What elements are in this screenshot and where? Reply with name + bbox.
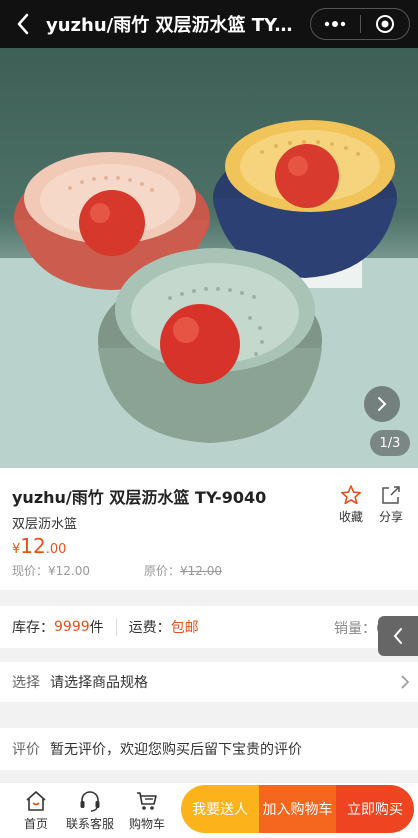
review-label: 评价 [12, 742, 40, 758]
spec-selector[interactable]: 选择 请选择商品规格 [0, 662, 418, 702]
chevron-left-icon [17, 13, 29, 35]
shipping-label: 运费： [128, 620, 171, 636]
add-to-cart-button[interactable]: 加入购物车 [259, 785, 336, 833]
nav-cart-label: 购物车 [128, 817, 165, 831]
spec-value: 请选择商品规格 [50, 675, 148, 691]
nav-home[interactable]: 首页 [18, 789, 54, 832]
home-icon [26, 791, 46, 811]
top-bar: yuzhu/雨竹 双层沥水篮 TY-... [0, 0, 418, 48]
nav-service-label: 联系客服 [65, 817, 114, 831]
target-circle-icon [375, 15, 394, 33]
bottom-bar: 首页 联系客服 购物车 我要送人 加入购物车 立即购买 [0, 782, 418, 838]
share-icon [382, 486, 400, 504]
product-price: ¥12.00 [12, 534, 66, 558]
product-info: yuzhu/雨竹 双层沥水篮 TY-9040 双层沥水篮 ¥12.00 现价：¥… [0, 468, 418, 590]
original-price-label: 原价： [144, 564, 181, 578]
miniapp-capsule [310, 8, 410, 40]
share-button[interactable]: 分享 [369, 484, 413, 525]
product-gallery[interactable]: 1/3 [0, 48, 418, 468]
stock-label: 库存： [12, 620, 54, 636]
chevron-right-icon [378, 397, 387, 411]
more-dots-icon [325, 21, 346, 27]
stock-value: 9999 [54, 619, 90, 635]
review-row[interactable]: 评价 暂无评价，欢迎您购买后留下宝贵的评价 [0, 728, 418, 770]
nav-cart[interactable]: 购物车 [126, 789, 168, 832]
stock-divider [115, 618, 117, 636]
product-photo [0, 120, 418, 468]
more-button[interactable] [311, 9, 360, 39]
buy-now-button[interactable]: 立即购买 [336, 785, 414, 833]
gift-button[interactable]: 我要送人 [181, 785, 259, 833]
share-label: 分享 [378, 510, 403, 524]
price-integer: 12 [20, 534, 46, 558]
chevron-right-icon [401, 675, 410, 689]
image-counter: 1/3 [370, 430, 410, 456]
back-button[interactable] [0, 0, 46, 48]
original-price-value: ¥12.00 [180, 564, 223, 578]
product-subtitle: 双层沥水篮 [12, 517, 78, 532]
price-decimal: .00 [45, 542, 67, 557]
nav-home-label: 首页 [23, 817, 48, 831]
shipping-value: 包邮 [170, 620, 199, 636]
current-price: 现价：¥12.00 [12, 562, 90, 579]
current-price-label: 现价： [12, 564, 49, 578]
close-miniapp-button[interactable] [361, 9, 410, 39]
stock-unit: 件 [89, 620, 104, 636]
cart-icon [137, 792, 157, 810]
next-image-button[interactable] [364, 386, 400, 422]
spec-label: 选择 [12, 675, 40, 691]
current-price-value: ¥12.00 [48, 564, 91, 578]
star-icon [341, 485, 361, 505]
original-price: 原价：¥12.00 [144, 562, 222, 579]
favorite-label: 收藏 [338, 510, 363, 524]
nav-service[interactable]: 联系客服 [60, 789, 120, 832]
floating-side-tab[interactable] [378, 616, 418, 656]
chevron-left-icon [393, 628, 402, 644]
stock-row: 库存： 9999 件 运费： 包邮 销量：676 件 [0, 606, 418, 648]
product-name: yuzhu/雨竹 双层沥水篮 TY-9040 [12, 488, 267, 507]
page-title: yuzhu/雨竹 双层沥水篮 TY-... [46, 15, 296, 36]
favorite-button[interactable]: 收藏 [329, 484, 373, 525]
headset-icon [80, 791, 100, 812]
review-text: 暂无评价，欢迎您购买后留下宝贵的评价 [50, 742, 302, 758]
